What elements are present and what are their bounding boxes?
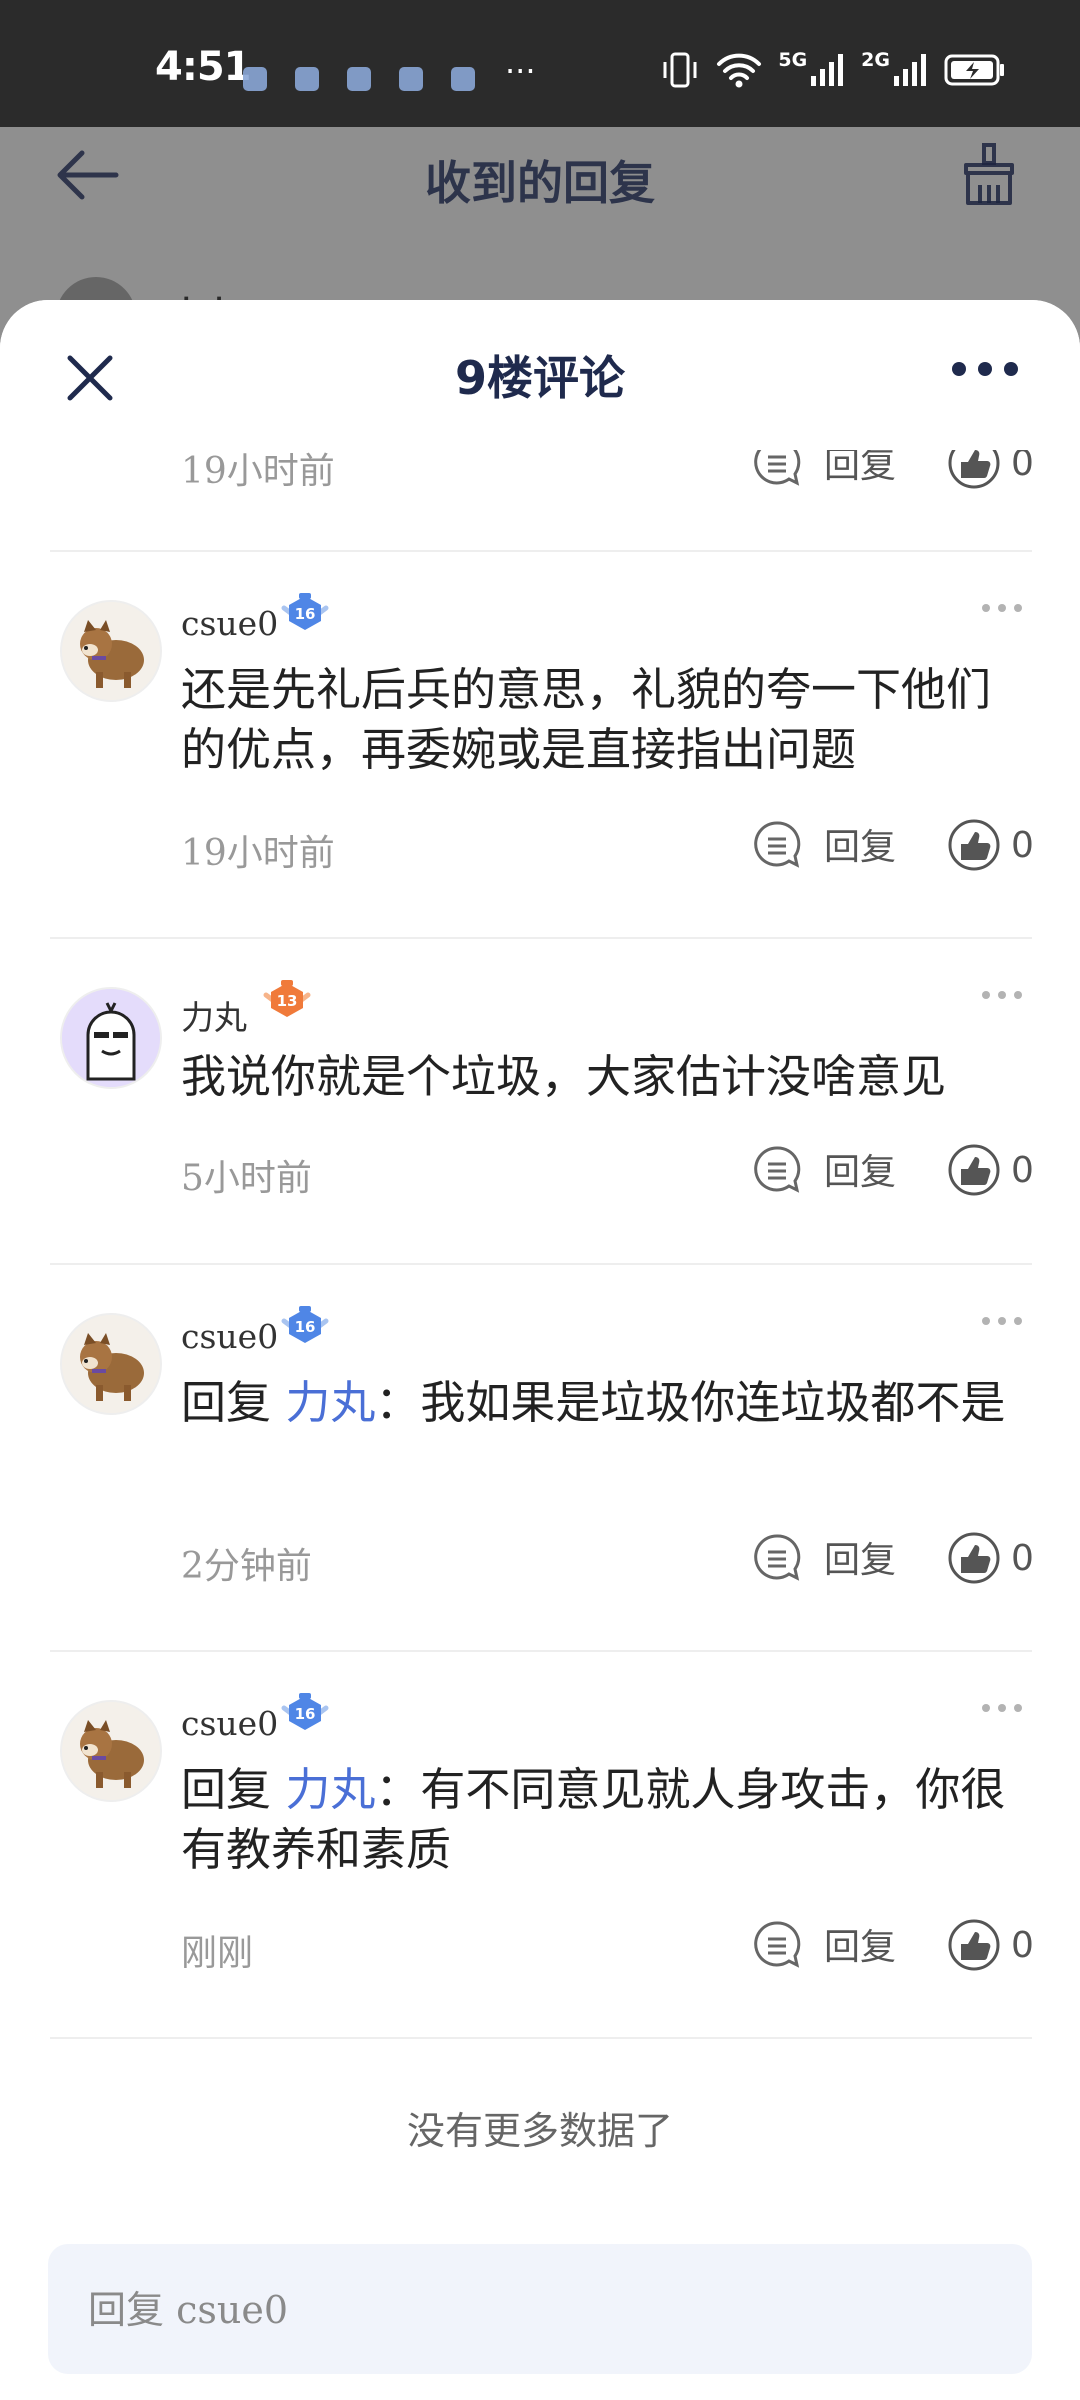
end-of-list-text: 没有更多数据了 [406,2109,673,2153]
level-badge-icon: 16 [281,1306,329,1343]
level-number: 16 [295,1318,316,1336]
signal-icon [811,54,844,86]
wifi-icon [717,53,762,88]
like-count: 0 [1011,1537,1034,1579]
thumbs-up-icon [948,1144,1000,1196]
reply-label: 回复 [824,1152,897,1193]
reply-button[interactable]: 回复 [752,1531,896,1583]
like-button[interactable]: 0 [947,1143,1034,1197]
avatar[interactable] [60,600,162,702]
notification-icon [399,67,423,91]
divider [50,1263,1032,1265]
avatar[interactable] [60,1313,162,1415]
like-button[interactable]: 0 [947,1531,1034,1585]
battery-charging-icon [944,54,1004,86]
username[interactable]: csue0 [181,1317,278,1356]
comment-time: 5小时前 [181,1158,312,1199]
notification-icon [295,67,319,91]
divider [50,937,1032,939]
like-count: 0 [1011,824,1034,866]
signal-icon [894,54,926,86]
mention-link[interactable]: 力丸 [285,1376,375,1429]
notification-icon [347,67,371,91]
comment-time: 刚刚 [181,1933,254,1974]
like-button[interactable]: 0 [947,1918,1034,1972]
username[interactable]: csue0 [181,1704,278,1743]
comment-text: 我说你就是个垃圾，大家估计没啥意见 [181,1050,947,1103]
reply-input[interactable] [86,2244,990,2376]
reply-bar[interactable] [48,2244,1032,2376]
reply-label: 回复 [824,1927,897,1968]
comment-more-button[interactable] [982,1317,1022,1325]
level-badge-icon: 13 [263,980,311,1017]
avatar[interactable] [60,987,162,1089]
notification-icon [451,67,475,91]
avatar[interactable] [60,1700,162,1802]
username[interactable]: 力丸 [181,991,247,1039]
sheet-title: 9楼评论 [454,351,625,405]
comment-bubble-icon [754,1534,801,1581]
thumbs-up-icon [948,819,1000,871]
comment-time: 2分钟前 [181,1546,312,1587]
level-number: 13 [277,992,298,1010]
reply-button[interactable]: 回复 [752,1143,896,1195]
reply-label: 回复 [824,827,897,868]
page-title: 收到的回复 [425,156,655,210]
comment-bubble-icon [754,1146,801,1193]
notification-icon [243,67,267,91]
reply-label: 回复 [824,1540,897,1581]
sheet-header: 9楼评论 [0,300,1080,450]
cartoon-face-avatar-icon [62,989,160,1087]
comment-more-button[interactable] [982,1704,1022,1712]
comment-more-button[interactable] [982,991,1022,999]
reply-button[interactable]: 回复 [752,818,896,870]
level-number: 16 [295,1705,316,1723]
reply-button[interactable]: 回复 [752,1918,896,1970]
dog-avatar-icon [62,602,160,700]
network-5g-label: 5G [778,49,808,71]
comment-text: 回复 力丸：有不同意见就人身攻击，你很有教养和素质 [181,1760,1011,1880]
clear-broom-icon[interactable] [958,141,1020,207]
status-bar: 4:51 ··· 5G 2G [0,0,1080,127]
divider [50,550,1032,552]
comment-body: ：我如果是垃圾你连垃圾都不是 [375,1376,1006,1429]
reply-prefix: 回复 [181,1763,272,1816]
like-count: 0 [1011,1149,1034,1191]
more-notifications-icon: ··· [505,52,536,90]
dog-avatar-icon [62,1702,160,1800]
thumbs-up-icon [948,1532,1000,1584]
level-badge-icon: 16 [281,593,329,630]
comment-time: 19小时前 [181,833,335,874]
notification-icons: ··· [243,52,536,98]
username[interactable]: csue0 [181,604,278,643]
like-button[interactable]: 0 [947,818,1034,872]
divider [50,2037,1032,2039]
thumbs-up-icon [948,1919,1000,1971]
comment-bubble-icon [754,1921,801,1968]
network-2g-label: 2G [861,49,890,71]
divider [50,1650,1032,1652]
comment-sheet: 19小时前 回复 0 csue0 16 还是先礼后兵的意思，礼貌的夸一下他们的优… [0,300,1080,2400]
more-options-icon[interactable] [952,362,1018,376]
comment-text: 回复 力丸：我如果是垃圾你连垃圾都不是 [181,1373,1011,1433]
reply-prefix: 回复 [181,1376,272,1429]
level-number: 16 [295,605,316,623]
comment-bubble-icon [754,821,801,868]
mention-link[interactable]: 力丸 [285,1763,375,1816]
level-badge-icon: 16 [281,1693,329,1730]
clock: 4:51 [155,44,251,90]
system-icons: 5G 2G [660,49,1006,88]
vibrate-icon [663,52,697,88]
dog-avatar-icon [62,1315,160,1413]
comment-text: 还是先礼后兵的意思，礼貌的夸一下他们的优点，再委婉或是直接指出问题 [181,663,992,776]
like-count: 0 [1011,1924,1034,1966]
comment-more-button[interactable] [982,604,1022,612]
